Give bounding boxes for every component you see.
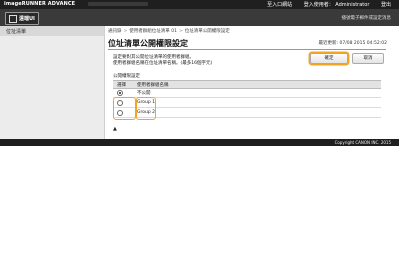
sidebar-item-label: 位址清單 <box>6 29 27 35</box>
breadcrumb: 通訊錄 > 使用者群組位址清單 01 > 位址清單公開權限設定 <box>108 28 230 34</box>
highlight-group-names <box>136 97 156 120</box>
breadcrumb-separator: > <box>178 29 183 34</box>
description-line: 使用者群組名稱在位址清單名稱。(最多16個字元) <box>113 61 213 66</box>
home-icon <box>9 14 17 23</box>
breadcrumb-item-current: 位址清單公開權限設定 <box>184 29 230 34</box>
ok-button[interactable]: 確定 <box>310 53 348 64</box>
login-user-label: 登入使用者： Administrator <box>303 2 370 8</box>
header-bar: 遠端UI 播號電子郵件或設定消息 <box>0 9 399 26</box>
title-divider <box>108 49 386 50</box>
copyright: Copyright CANON INC. 2015 <box>334 140 391 145</box>
breadcrumb-item[interactable]: 通訊錄 <box>108 29 122 34</box>
last-updated: 最近更新: 07/08 2015 04:52:02 <box>318 41 387 46</box>
top-tab <box>88 2 148 6</box>
radio-public-off[interactable] <box>117 90 123 96</box>
scroll-top-icon[interactable]: ▲ <box>113 126 117 132</box>
breadcrumb-separator: > <box>123 29 128 34</box>
footer: Copyright CANON INC. 2015 <box>0 139 399 146</box>
top-bar: imageRUNNER ADVANCE 至入口網站 登入使用者： Adminis… <box>0 0 399 9</box>
brand-label: imageRUNNER ADVANCE <box>4 1 76 7</box>
sidebar: 位址清單 <box>0 26 105 139</box>
group-name: 不公開 <box>137 91 151 96</box>
breadcrumb-item[interactable]: 使用者群組位址清單 01 <box>129 29 177 34</box>
section-label: 公開權限設定 <box>113 74 140 79</box>
portal-link[interactable]: 至入口網站 <box>267 2 292 8</box>
remote-ui-home-button[interactable]: 遠端UI <box>5 12 39 25</box>
description: 設定要對其公開位址清單的使用者群組。 使用者群組名稱在位址清單名稱。(最多16個… <box>113 55 212 67</box>
header-right-text[interactable]: 播號電子郵件或設定消息 <box>342 15 392 21</box>
logout-link[interactable]: 登出 <box>381 2 391 8</box>
cancel-button[interactable]: 取消 <box>352 53 384 64</box>
page-title: 位址清單公開權限設定 <box>108 39 188 48</box>
highlight-radio-group <box>113 97 136 120</box>
top-links: 至入口網站 登入使用者： Administrator 登出 <box>257 1 391 8</box>
sidebar-item-address-list[interactable]: 位址清單 <box>0 26 104 36</box>
